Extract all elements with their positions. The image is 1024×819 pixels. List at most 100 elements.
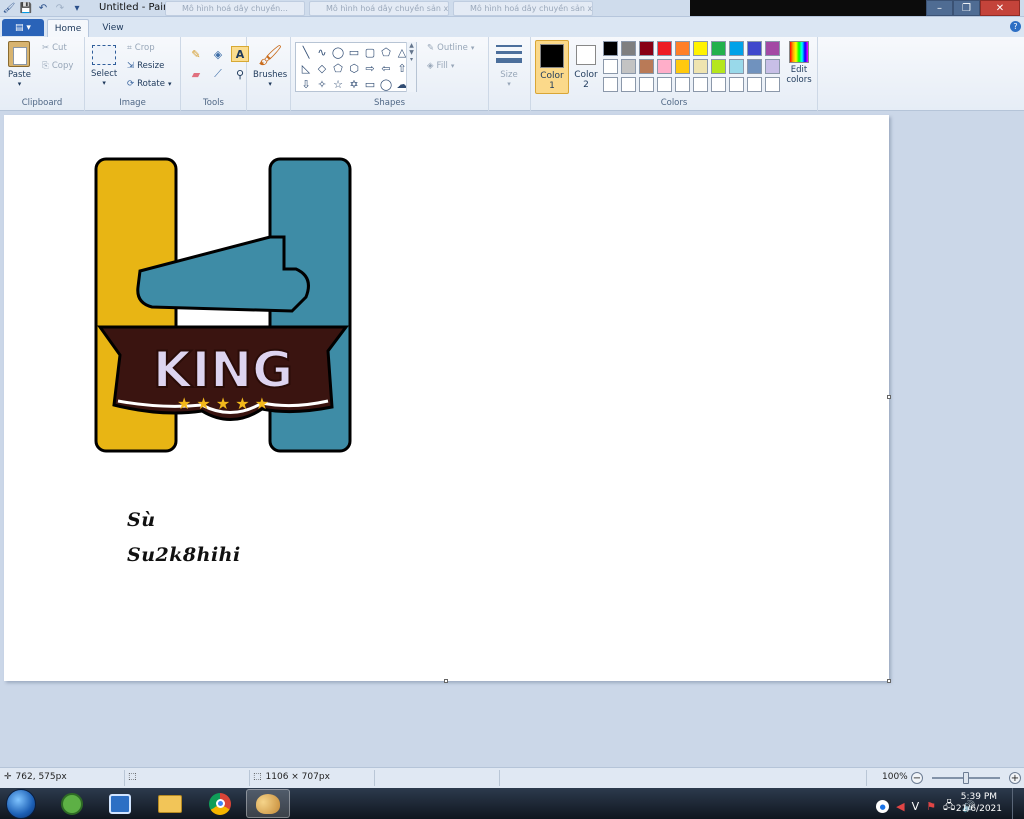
callout-rect-shape-icon[interactable]: ▭ (362, 76, 378, 92)
zoom-slider-thumb[interactable] (963, 772, 969, 784)
eraser-icon[interactable]: ▰ (187, 66, 205, 82)
restore-button[interactable]: ❐ (953, 0, 980, 16)
copy-button[interactable]: ⎘ Copy (42, 61, 73, 71)
size-button[interactable]: Size ▾ (496, 43, 522, 88)
pencil-icon[interactable]: ✎ (187, 46, 205, 62)
palette-swatch[interactable] (675, 59, 690, 74)
start-button[interactable] (6, 789, 36, 819)
resize-handle-right[interactable] (887, 395, 891, 399)
five-point-star-shape-icon[interactable]: ☆ (330, 76, 346, 92)
select-button[interactable]: Select ▾ (91, 45, 117, 87)
background-tab[interactable]: Mô hình hoá dây chuyền... (165, 1, 305, 16)
fill-bucket-icon[interactable]: ◈ (209, 46, 227, 62)
palette-swatch[interactable] (693, 41, 708, 56)
palette-swatch[interactable] (765, 41, 780, 56)
palette-swatch[interactable] (603, 77, 618, 92)
network-icon[interactable]: 🖧 (943, 797, 955, 816)
palette-swatch[interactable] (639, 77, 654, 92)
tray-arrow-icon[interactable]: ◀ (896, 800, 904, 813)
palette-swatch[interactable] (729, 59, 744, 74)
palette-swatch[interactable] (765, 59, 780, 74)
background-tab[interactable]: Mô hình hoá dây chuyền sản xuất... (309, 1, 449, 16)
oval-shape-icon[interactable]: ◯ (330, 44, 346, 60)
color2-button[interactable]: Color 2 (571, 40, 601, 94)
brushes-button[interactable]: 🖌 Brushes ▾ (253, 42, 287, 88)
palette-swatch[interactable] (657, 77, 672, 92)
diamond-shape-icon[interactable]: ◇ (314, 60, 330, 76)
vpn-tool-icon[interactable] (98, 789, 142, 818)
tab-view[interactable]: View (95, 19, 131, 37)
minimize-button[interactable]: – (926, 0, 953, 16)
show-desktop-button[interactable] (1012, 788, 1024, 819)
line-shape-icon[interactable]: ╲ (298, 44, 314, 60)
redo-icon[interactable]: ↷ (53, 1, 67, 15)
down-arrow-shape-icon[interactable]: ⇩ (298, 76, 314, 92)
rotate-button[interactable]: ⟳ Rotate ▾ (127, 79, 171, 89)
zoom-in-button[interactable]: + (1009, 772, 1021, 784)
callout-oval-shape-icon[interactable]: ◯ (378, 76, 394, 92)
drawing-canvas[interactable]: KING ★ ★ ★ ★ ★ Sù Su2k8hihi (4, 115, 889, 681)
six-point-star-shape-icon[interactable]: ✡ (346, 76, 362, 92)
palette-swatch[interactable] (603, 59, 618, 74)
zalo-icon[interactable]: ● (876, 800, 890, 813)
cut-button[interactable]: ✂ Cut (42, 43, 67, 53)
outline-button[interactable]: ✎ Outline ▾ (427, 43, 474, 53)
palette-swatch[interactable] (675, 77, 690, 92)
close-button[interactable]: ✕ (980, 0, 1020, 16)
right-arrow-shape-icon[interactable]: ⇨ (362, 60, 378, 76)
palette-swatch[interactable] (657, 59, 672, 74)
coccoc-icon[interactable] (50, 789, 94, 818)
paint-menu-button[interactable]: ▤ ▾ (2, 19, 44, 36)
chrome-icon[interactable] (198, 789, 242, 818)
palette-swatch[interactable] (603, 41, 618, 56)
rounded-rectangle-shape-icon[interactable]: ▢ (362, 44, 378, 60)
undo-icon[interactable]: ↶ (36, 1, 50, 15)
hexagon-shape-icon[interactable]: ⬡ (346, 60, 362, 76)
palette-swatch[interactable] (675, 41, 690, 56)
clock[interactable]: 5:39 PM 21/6/2021 (956, 791, 1002, 815)
resize-button[interactable]: ⇲ Resize (127, 61, 164, 71)
palette-swatch[interactable] (711, 59, 726, 74)
palette-swatch[interactable] (621, 41, 636, 56)
palette-swatch[interactable] (747, 77, 762, 92)
palette-swatch[interactable] (729, 41, 744, 56)
edit-colors-button[interactable]: Edit colors (783, 41, 815, 85)
palette-swatch[interactable] (639, 41, 654, 56)
color1-button[interactable]: Color 1 (535, 40, 569, 94)
language-indicator[interactable]: V (912, 800, 920, 813)
palette-swatch[interactable] (747, 59, 762, 74)
palette-swatch[interactable] (765, 77, 780, 92)
save-icon[interactable]: 💾 (19, 1, 33, 15)
tab-home[interactable]: Home (47, 19, 89, 37)
file-explorer-icon[interactable] (148, 789, 192, 818)
palette-swatch[interactable] (693, 59, 708, 74)
color-picker-icon[interactable]: ⟋ (209, 66, 227, 82)
paste-button[interactable]: Paste ▾ (8, 41, 31, 88)
help-icon[interactable]: ? (1010, 21, 1021, 32)
palette-swatch[interactable] (621, 77, 636, 92)
palette-swatch[interactable] (621, 59, 636, 74)
background-tab[interactable]: Mô hình hoá dây chuyền sản xuất... (453, 1, 593, 16)
palette-swatch[interactable] (639, 59, 654, 74)
right-triangle-shape-icon[interactable]: ◺ (298, 60, 314, 76)
paint-taskbar-icon[interactable] (246, 789, 290, 818)
left-arrow-shape-icon[interactable]: ⇦ (378, 60, 394, 76)
zoom-out-button[interactable]: − (911, 772, 923, 784)
rectangle-shape-icon[interactable]: ▭ (346, 44, 362, 60)
palette-swatch[interactable] (657, 41, 672, 56)
palette-swatch[interactable] (729, 77, 744, 92)
pentagon-shape-icon[interactable]: ⬠ (330, 60, 346, 76)
palette-swatch[interactable] (747, 41, 762, 56)
palette-swatch[interactable] (693, 77, 708, 92)
polygon-shape-icon[interactable]: ⬠ (378, 44, 394, 60)
shapes-scrollbar[interactable]: ▲ ▼ ▾ (406, 42, 416, 92)
palette-swatch[interactable] (711, 41, 726, 56)
fill-button[interactable]: ◈ Fill ▾ (427, 61, 454, 71)
action-center-flag-icon[interactable]: ⚑ (926, 800, 936, 813)
resize-handle-corner[interactable] (887, 679, 891, 683)
curve-shape-icon[interactable]: ∿ (314, 44, 330, 60)
customize-qat-icon[interactable]: ▾ (70, 1, 84, 15)
resize-handle-bottom[interactable] (444, 679, 448, 683)
palette-swatch[interactable] (711, 77, 726, 92)
crop-button[interactable]: ⌗ Crop (127, 43, 155, 53)
